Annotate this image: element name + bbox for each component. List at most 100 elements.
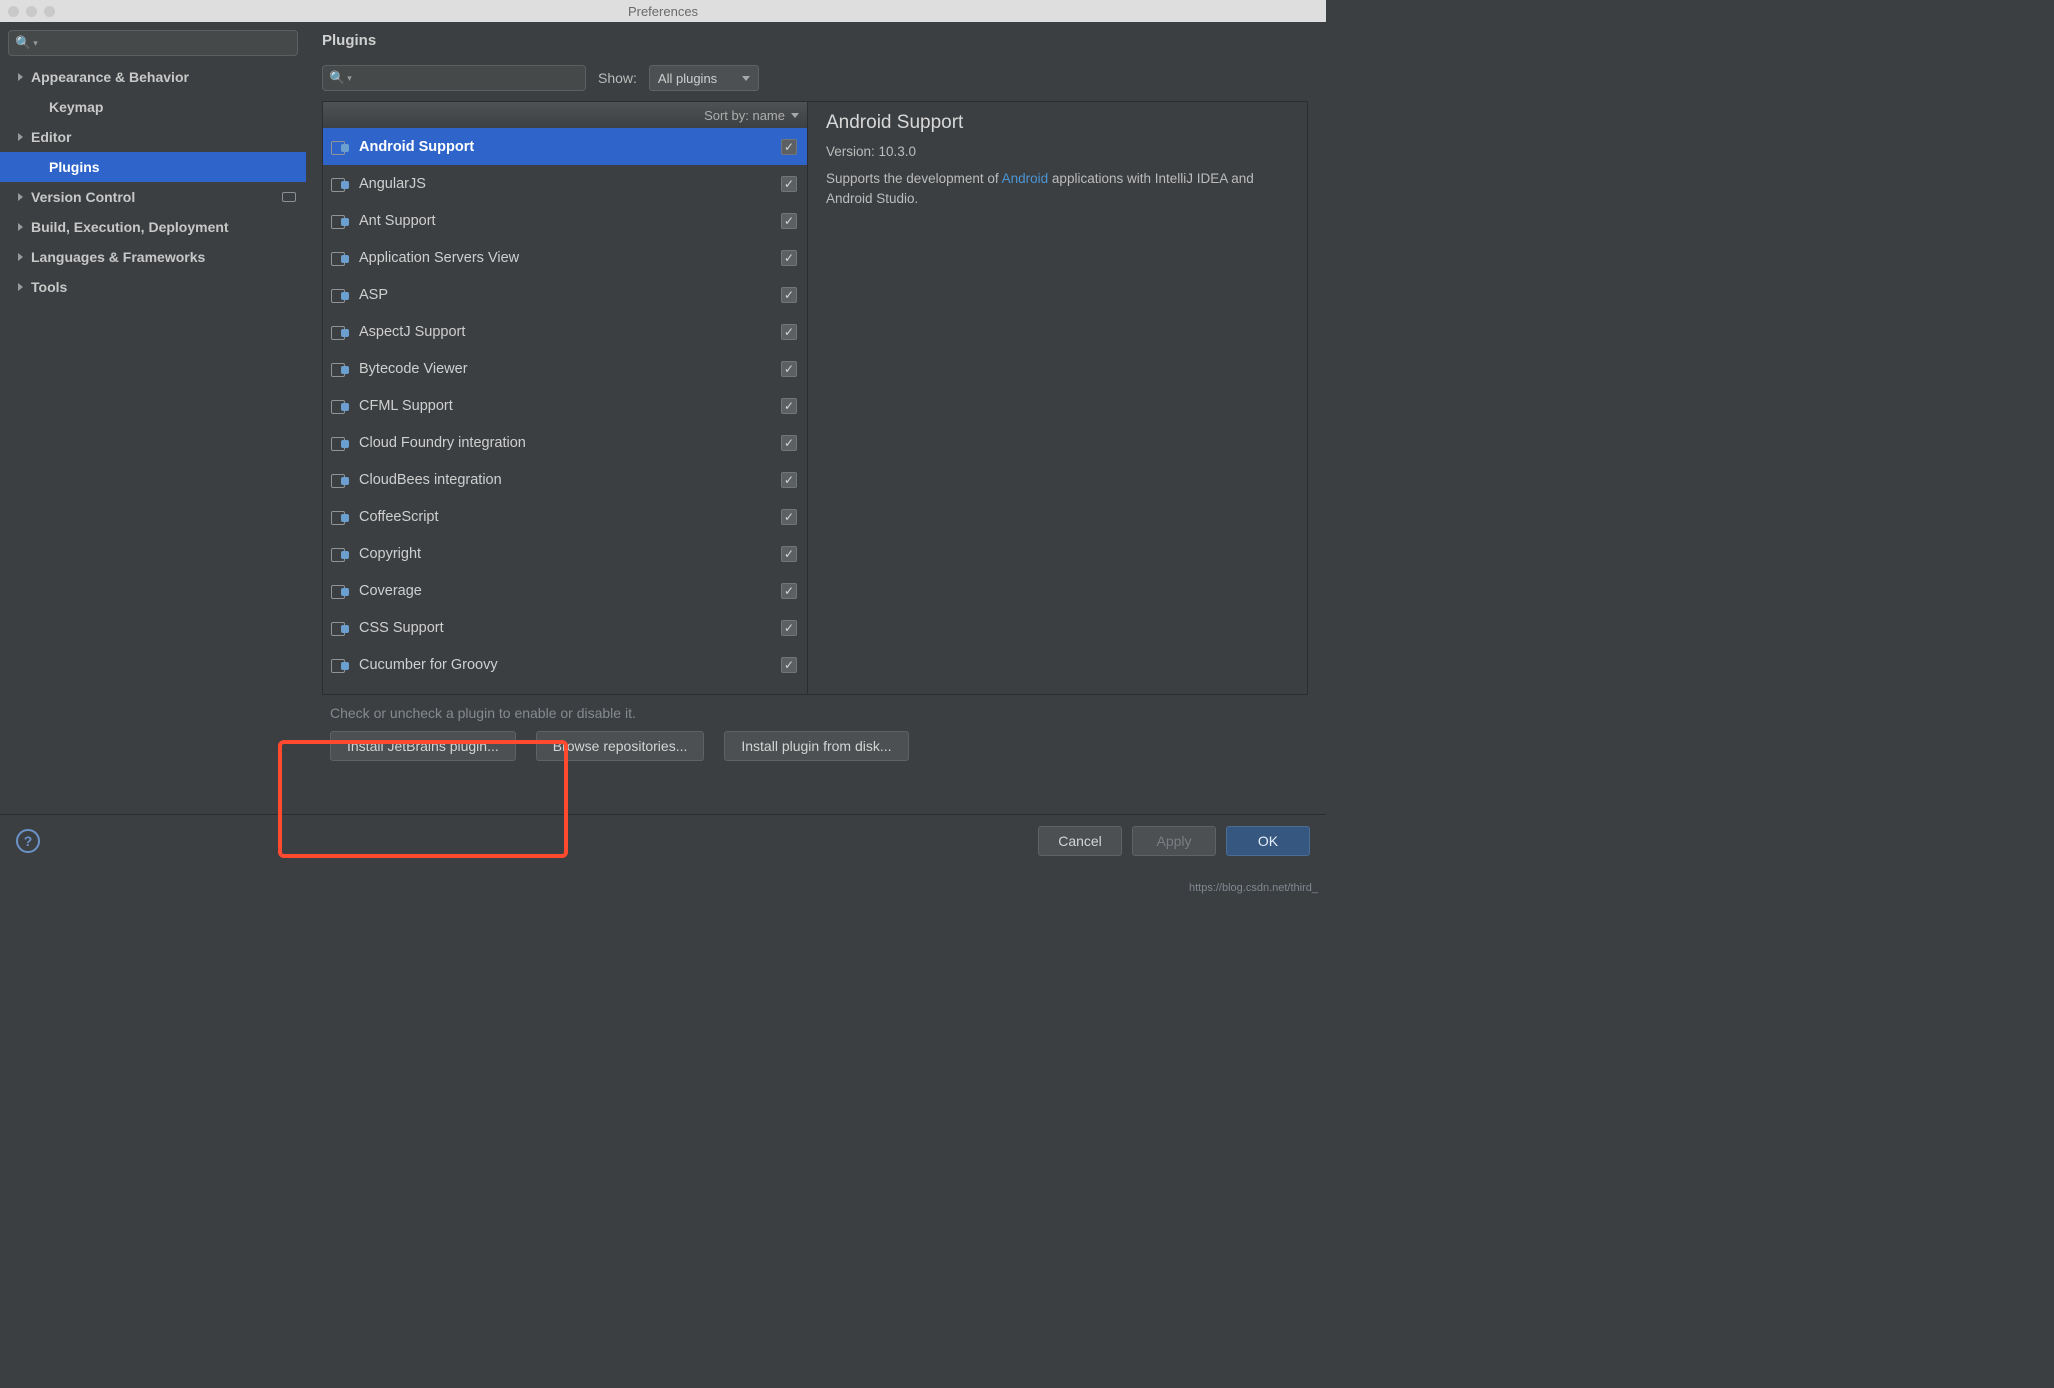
triangle-right-icon [18,193,23,201]
triangle-right-icon [18,73,23,81]
traffic-lights[interactable] [8,6,55,17]
plugin-enabled-checkbox[interactable] [781,139,797,155]
sidebar-item-label: Version Control [31,189,282,205]
plugin-name: Bytecode Viewer [359,361,773,377]
settings-tree: Appearance & Behavior Keymap Editor Plugins… [0,62,306,814]
plugin-row[interactable]: ASP [323,276,807,313]
android-link[interactable]: Android [1002,171,1049,186]
plugin-enabled-checkbox[interactable] [781,583,797,599]
sidebar-item-build-execution-deployment[interactable]: Build, Execution, Deployment [0,212,306,242]
plugin-row[interactable]: CFML Support [323,387,807,424]
minimize-dot-icon[interactable] [26,6,37,17]
install-from-disk-button[interactable]: Install plugin from disk... [724,731,908,761]
sidebar-item-keymap[interactable]: Keymap [0,92,306,122]
plugin-detail-version: Version: 10.3.0 [826,144,1289,159]
sidebar-item-appearance-behavior[interactable]: Appearance & Behavior [0,62,306,92]
triangle-right-icon [18,283,23,291]
plugin-icon [331,140,351,154]
plugin-enabled-checkbox[interactable] [781,398,797,414]
plugin-icon [331,621,351,635]
show-dropdown[interactable]: All plugins [649,65,759,91]
filter-row: 🔍▾ Show: All plugins [322,65,1308,91]
watermark: https://blog.csdn.net/third_ [1189,882,1318,894]
plugin-icon [331,547,351,561]
plugin-icon [331,436,351,450]
sidebar-item-label: Plugins [49,159,296,175]
plugin-row[interactable]: AspectJ Support [323,313,807,350]
sidebar-search[interactable]: 🔍▾ [8,30,298,56]
plugin-name: CoffeeScript [359,509,773,525]
sidebar-item-tools[interactable]: Tools [0,272,306,302]
sort-label: Sort by: name [704,108,785,123]
plugin-search-input[interactable]: 🔍▾ [322,65,586,91]
plugin-name: CSS Support [359,620,773,636]
plugin-icon [331,510,351,524]
ok-button[interactable]: OK [1226,826,1310,856]
plugin-enabled-checkbox[interactable] [781,176,797,192]
plugin-row[interactable]: Cucumber for Groovy [323,646,807,683]
plugin-icon [331,399,351,413]
plugin-enabled-checkbox[interactable] [781,250,797,266]
sidebar-item-editor[interactable]: Editor [0,122,306,152]
sidebar-item-plugins[interactable]: Plugins [0,152,306,182]
plugin-enabled-checkbox[interactable] [781,435,797,451]
help-icon[interactable]: ? [16,829,40,853]
sidebar-item-label: Tools [31,279,296,295]
triangle-right-icon [18,223,23,231]
plugin-name: AspectJ Support [359,324,773,340]
plugin-row[interactable]: Copyright [323,535,807,572]
plugin-row[interactable]: Ant Support [323,202,807,239]
sort-header[interactable]: Sort by: name [323,102,807,128]
sidebar-item-version-control[interactable]: Version Control [0,182,306,212]
plugin-icon [331,473,351,487]
plugins-list-column: Sort by: name Android Support AngularJS An… [322,101,808,695]
cancel-button[interactable]: Cancel [1038,826,1122,856]
plugin-enabled-checkbox[interactable] [781,657,797,673]
maximize-dot-icon[interactable] [44,6,55,17]
browse-repositories-button[interactable]: Browse repositories... [536,731,705,761]
project-badge-icon [282,192,296,202]
hint-text: Check or uncheck a plugin to enable or d… [322,705,1308,721]
plugin-row[interactable]: CloudBees integration [323,461,807,498]
plugin-row[interactable]: Coverage [323,572,807,609]
plugin-enabled-checkbox[interactable] [781,287,797,303]
chevron-down-icon [791,113,799,118]
search-icon: 🔍▾ [329,70,352,86]
plugin-enabled-checkbox[interactable] [781,361,797,377]
plugin-row[interactable]: Android Support [323,128,807,165]
plugin-enabled-checkbox[interactable] [781,324,797,340]
plugin-name: Cloud Foundry integration [359,435,773,451]
titlebar: Preferences [0,0,1326,22]
sidebar-item-label: Editor [31,129,296,145]
close-dot-icon[interactable] [8,6,19,17]
plugin-detail-description: Supports the development of Android appl… [826,169,1289,208]
plugin-actions: Install JetBrains plugin... Browse repos… [322,731,1308,761]
plugin-row[interactable]: Application Servers View [323,239,807,276]
main-panel: Plugins 🔍▾ Show: All plugins Sort by: na… [306,22,1326,814]
plugin-enabled-checkbox[interactable] [781,213,797,229]
triangle-right-icon [18,133,23,141]
chevron-down-icon [742,76,750,81]
sidebar-item-languages-frameworks[interactable]: Languages & Frameworks [0,242,306,272]
plugin-enabled-checkbox[interactable] [781,620,797,636]
plugin-row[interactable]: Cloud Foundry integration [323,424,807,461]
plugin-icon [331,362,351,376]
page-title: Plugins [322,32,1308,49]
plugin-row[interactable]: CoffeeScript [323,498,807,535]
search-icon: 🔍▾ [15,35,38,51]
plugin-name: AngularJS [359,176,773,192]
plugin-enabled-checkbox[interactable] [781,546,797,562]
plugin-name: Android Support [359,139,773,155]
plugin-row[interactable]: AngularJS [323,165,807,202]
plugin-enabled-checkbox[interactable] [781,472,797,488]
plugin-enabled-checkbox[interactable] [781,509,797,525]
plugin-row[interactable]: Bytecode Viewer [323,350,807,387]
apply-button[interactable]: Apply [1132,826,1216,856]
sidebar-item-label: Appearance & Behavior [31,69,296,85]
install-jetbrains-button[interactable]: Install JetBrains plugin... [330,731,516,761]
dropdown-value: All plugins [658,71,717,86]
plugin-icon [331,658,351,672]
plugin-row[interactable]: CSS Support [323,609,807,646]
plugin-icon [331,214,351,228]
plugin-name: ASP [359,287,773,303]
